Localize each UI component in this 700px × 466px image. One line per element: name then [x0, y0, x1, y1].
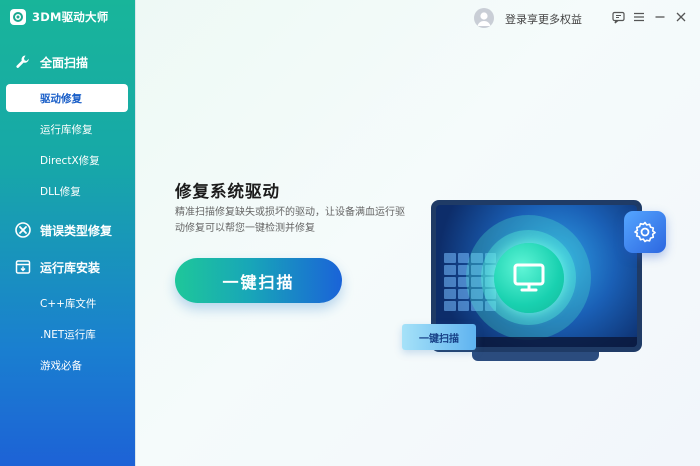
- sidebar-item-game-essentials[interactable]: 游戏必备: [6, 351, 128, 379]
- sidebar-item-label: DirectX修复: [40, 154, 100, 167]
- nav-group-full-scan[interactable]: 全面扫描: [0, 49, 135, 75]
- nav-group-label: 运行库安装: [40, 260, 101, 275]
- sidebar-item-dotnet-runtime[interactable]: .NET运行库: [6, 320, 128, 348]
- sidebar-item-dll-repair[interactable]: DLL修复: [6, 177, 128, 205]
- close-icon[interactable]: [674, 10, 688, 24]
- gear-icon: [624, 211, 666, 253]
- sidebar-item-cpp-libs[interactable]: C++库文件: [6, 289, 128, 317]
- laptop-base: [472, 352, 599, 361]
- main-panel: 登录享更多权益 修复系统驱动 精准扫描修复缺失或损坏的驱动，让设备满血运行驱动修…: [135, 0, 700, 466]
- sidebar-item-label: 游戏必备: [40, 359, 82, 372]
- sidebar-item-label: 驱动修复: [40, 92, 82, 105]
- sidebar-item-directx-repair[interactable]: DirectX修复: [6, 146, 128, 174]
- x-repair-icon: [14, 221, 32, 239]
- minimize-icon[interactable]: [653, 10, 667, 24]
- app-title: 3DM驱动大师: [32, 10, 109, 24]
- nav-group-label: 错误类型修复: [40, 223, 113, 238]
- nav-group-error-repair[interactable]: 错误类型修复: [0, 217, 135, 243]
- page-description: 精准扫描修复缺失或损坏的驱动，让设备满血运行驱动修复可以帮您一键检测并修复: [175, 207, 405, 234]
- sidebar: 3DM驱动大师 全面扫描 驱动修复 运行库修复 DirectX修复 DLL修复 …: [0, 0, 135, 466]
- app-logo-icon: [10, 9, 26, 25]
- menu-icon[interactable]: [632, 10, 646, 24]
- install-icon: [14, 258, 32, 276]
- wrench-icon: [14, 53, 32, 71]
- monitor-icon: [494, 243, 564, 313]
- illustration-scan-label: 一键扫描: [402, 324, 476, 350]
- sidebar-item-driver-repair[interactable]: 驱动修复: [6, 84, 128, 112]
- page-title: 修复系统驱动: [175, 182, 280, 201]
- nav-group-runtime-install[interactable]: 运行库安装: [0, 254, 135, 280]
- avatar-icon[interactable]: [474, 8, 494, 28]
- sidebar-item-label: DLL修复: [40, 185, 81, 198]
- sidebar-item-label: .NET运行库: [40, 328, 96, 341]
- login-link[interactable]: 登录享更多权益: [505, 11, 582, 27]
- nav-group-label: 全面扫描: [40, 55, 89, 70]
- sidebar-item-runtime-repair[interactable]: 运行库修复: [6, 115, 128, 143]
- sidebar-item-label: 运行库修复: [40, 123, 93, 136]
- one-click-scan-button[interactable]: 一键扫描: [175, 258, 342, 303]
- brand: 3DM驱动大师: [10, 9, 108, 25]
- sidebar-item-label: C++库文件: [40, 297, 97, 310]
- feedback-icon[interactable]: [611, 10, 625, 24]
